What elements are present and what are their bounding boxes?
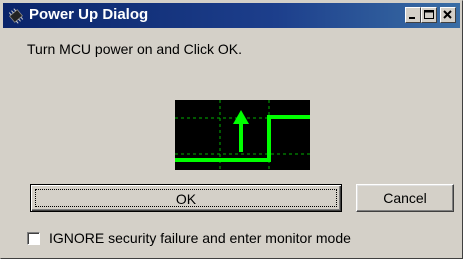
ok-button-label: OK [35,189,337,207]
minimize-button[interactable] [405,7,421,23]
title-bar[interactable]: Power Up Dialog [3,3,460,28]
ok-button[interactable]: OK [30,184,342,212]
close-button[interactable] [440,7,456,23]
cancel-button[interactable]: Cancel [356,184,454,212]
ignore-security-label[interactable]: IGNORE security failure and enter monito… [49,230,351,246]
ignore-security-checkbox[interactable] [27,232,40,245]
maximize-icon [424,10,434,19]
chip-icon [8,8,24,24]
maximize-button[interactable] [421,7,437,23]
instruction-text: Turn MCU power on and Click OK. [27,41,242,57]
minimize-icon [409,17,415,19]
power-on-signal-icon [175,100,310,170]
window-title: Power Up Dialog [29,6,149,23]
close-icon [443,10,452,19]
power-up-dialog: Power Up Dialog Turn MCU power on and Cl… [0,0,463,259]
